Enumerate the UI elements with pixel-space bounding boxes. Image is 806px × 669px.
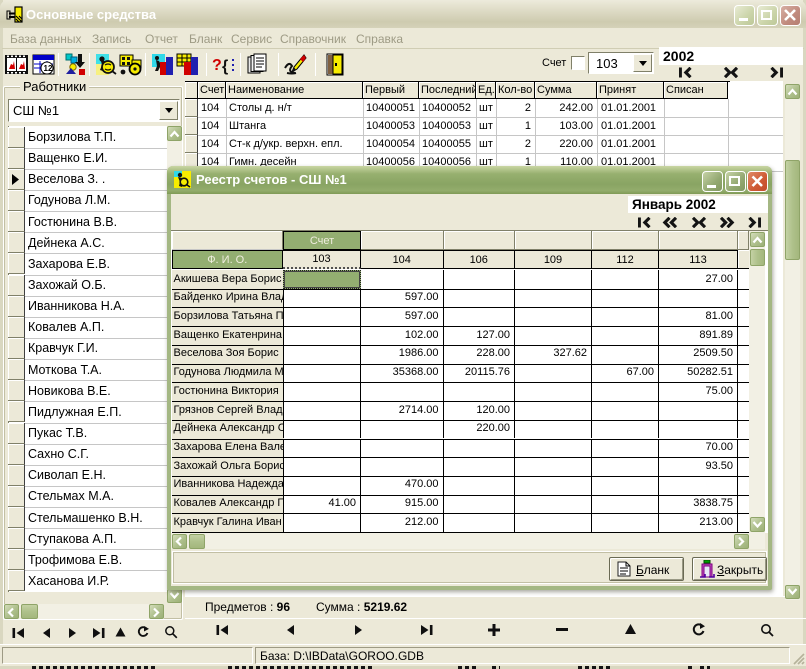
svg-text:12: 12 <box>44 64 53 73</box>
svg-text:{: { <box>222 58 228 75</box>
svg-text:?: ? <box>212 57 222 74</box>
